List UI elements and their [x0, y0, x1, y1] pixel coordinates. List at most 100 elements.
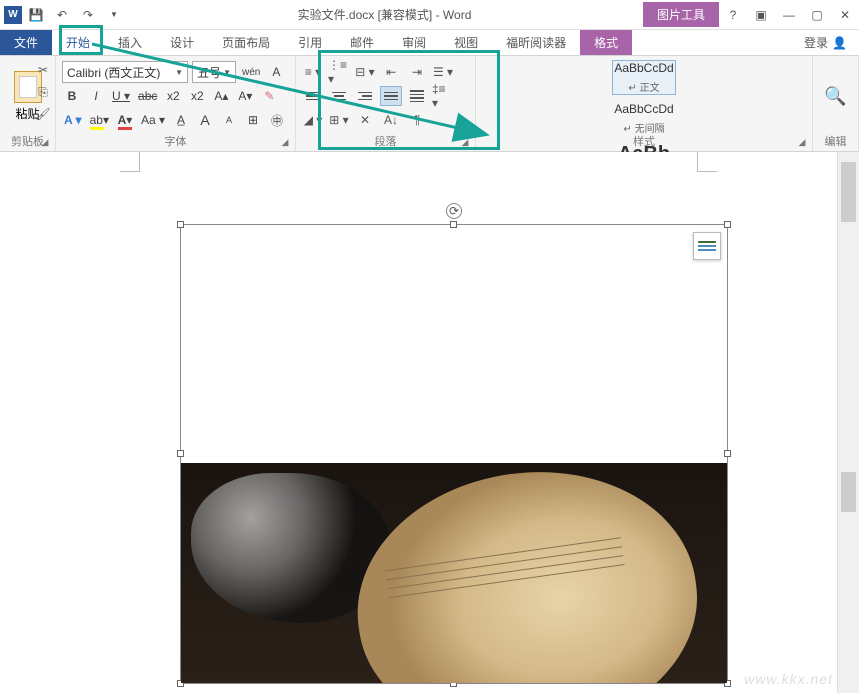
- scrollbar-thumb[interactable]: [841, 472, 856, 512]
- paragraph-dialog-launcher-icon[interactable]: ◢: [459, 136, 471, 148]
- underline-button[interactable]: U ▾: [110, 85, 132, 107]
- italic-button[interactable]: I: [86, 85, 106, 107]
- tab-layout[interactable]: 页面布局: [208, 30, 284, 55]
- text-effects-icon[interactable]: A ▾: [62, 109, 84, 131]
- group-editing: 🔍 编辑: [813, 56, 859, 151]
- change-case-icon[interactable]: Aa ▾: [139, 109, 167, 131]
- restore-icon[interactable]: ▢: [803, 1, 831, 29]
- sort-icon[interactable]: A↓: [380, 110, 402, 130]
- redo-icon[interactable]: ↷: [76, 3, 100, 27]
- vertical-scrollbar[interactable]: [837, 152, 859, 693]
- style-normal[interactable]: AaBbCcDd ↵ 正文: [612, 60, 676, 95]
- format-painter-icon[interactable]: 🖌: [35, 106, 51, 122]
- undo-icon[interactable]: ↶: [50, 3, 74, 27]
- font-color-button[interactable]: A ▾: [115, 109, 135, 131]
- tab-design[interactable]: 设计: [156, 30, 208, 55]
- login-button[interactable]: 登录 👤: [792, 30, 859, 55]
- window-title: 实验文件.docx [兼容模式] - Word: [126, 6, 643, 23]
- layout-options-button[interactable]: [693, 232, 721, 260]
- line-spacing-icon[interactable]: ‡≡ ▾: [432, 86, 454, 106]
- ribbon: 粘贴 ✂ ⎘ 🖌 剪贴板 ◢ Calibri (西文正文)▼ 五号▼ wén A…: [0, 56, 859, 152]
- grow-font-icon[interactable]: A▴: [211, 85, 231, 107]
- watermark-text: www.kkx.net: [744, 671, 833, 687]
- align-justify-icon[interactable]: [380, 86, 402, 106]
- snap-to-grid-icon[interactable]: ✕: [354, 110, 376, 130]
- increase-indent-icon[interactable]: ⇥: [406, 62, 428, 82]
- copy-icon[interactable]: ⎘: [35, 84, 51, 100]
- tab-format[interactable]: 格式: [580, 30, 632, 55]
- resize-handle[interactable]: [724, 221, 731, 228]
- login-label: 登录: [804, 34, 828, 51]
- user-icon: 👤: [832, 36, 847, 50]
- font-size-combo[interactable]: 五号▼: [192, 61, 236, 83]
- enclosed-char-icon[interactable]: ㊥: [267, 109, 287, 131]
- font-dialog-launcher-icon[interactable]: ◢: [279, 136, 291, 148]
- word-app-icon: W: [4, 6, 22, 24]
- shrink-font-icon[interactable]: A▾: [235, 85, 255, 107]
- styles-dialog-launcher-icon[interactable]: ◢: [796, 136, 808, 148]
- resize-handle[interactable]: [450, 221, 457, 228]
- borders-icon[interactable]: ⊞ ▾: [328, 110, 350, 130]
- phonetic-guide-icon[interactable]: wén: [240, 61, 262, 83]
- align-center-icon[interactable]: [328, 86, 350, 106]
- strikethrough-button[interactable]: abc: [136, 85, 159, 107]
- clipboard-dialog-launcher-icon[interactable]: ◢: [39, 136, 51, 148]
- styles-group-label: 样式: [476, 133, 812, 149]
- tab-foxit[interactable]: 福昕阅读器: [492, 30, 580, 55]
- enclose-characters-icon[interactable]: A̲: [171, 109, 191, 131]
- align-left-icon[interactable]: [302, 86, 324, 106]
- show-marks-icon[interactable]: ¶: [406, 110, 428, 130]
- asian-layout-icon[interactable]: ☰ ▾: [432, 62, 454, 82]
- help-icon[interactable]: ?: [719, 1, 747, 29]
- numbering-icon[interactable]: ⋮≡ ▾: [328, 62, 350, 82]
- paragraph-group-label: 段落: [296, 133, 475, 149]
- minimize-icon[interactable]: —: [775, 1, 803, 29]
- bullets-icon[interactable]: ≡ ▾: [302, 62, 324, 82]
- document-area[interactable]: ⟳: [0, 152, 837, 693]
- shading-icon[interactable]: ◢ ▾: [302, 110, 324, 130]
- character-shading-icon[interactable]: ⊞: [243, 109, 263, 131]
- tab-view[interactable]: 视图: [440, 30, 492, 55]
- resize-handle[interactable]: [177, 221, 184, 228]
- subscript-button[interactable]: x2: [163, 85, 183, 107]
- cut-icon[interactable]: ✂: [35, 62, 51, 78]
- ribbon-tabs: 文件 开始 插入 设计 页面布局 引用 邮件 审阅 视图 福昕阅读器 格式 登录…: [0, 30, 859, 56]
- find-icon[interactable]: 🔍: [824, 86, 846, 107]
- style-no-spacing[interactable]: AaBbCcDd ↵ 无间隔: [612, 101, 676, 136]
- bold-button[interactable]: B: [62, 85, 82, 107]
- distributed-icon[interactable]: [406, 86, 428, 106]
- decrease-indent-icon[interactable]: ⇤: [380, 62, 402, 82]
- multilevel-list-icon[interactable]: ⊟ ▾: [354, 62, 376, 82]
- font-name-value: Calibri (西文正文): [67, 64, 160, 81]
- tab-review[interactable]: 审阅: [388, 30, 440, 55]
- tab-references[interactable]: 引用: [284, 30, 336, 55]
- ribbon-options-icon[interactable]: ▣: [747, 1, 775, 29]
- save-icon[interactable]: 💾: [24, 3, 48, 27]
- group-clipboard: 粘贴 ✂ ⎘ 🖌 剪贴板 ◢: [0, 56, 56, 151]
- edit-group-label: 编辑: [813, 133, 858, 149]
- resize-handle[interactable]: [724, 450, 731, 457]
- qat-customize-icon[interactable]: ▼: [102, 3, 126, 27]
- margin-marker-left: [120, 152, 140, 172]
- selected-image-frame[interactable]: ⟳: [180, 224, 728, 684]
- font-size-value: 五号: [197, 64, 221, 81]
- embedded-image: [181, 463, 727, 683]
- tab-mailings[interactable]: 邮件: [336, 30, 388, 55]
- tab-home[interactable]: 开始: [52, 30, 104, 55]
- font-group-label: 字体: [56, 133, 295, 149]
- rotate-handle-icon[interactable]: ⟳: [446, 203, 462, 219]
- tab-file[interactable]: 文件: [0, 30, 52, 55]
- shrink-font-small-icon[interactable]: A: [219, 109, 239, 131]
- grow-font-large-icon[interactable]: A: [195, 109, 215, 131]
- font-name-combo[interactable]: Calibri (西文正文)▼: [62, 61, 188, 83]
- resize-handle[interactable]: [177, 450, 184, 457]
- highlight-color-button[interactable]: ab ▾: [88, 109, 111, 131]
- align-right-icon[interactable]: [354, 86, 376, 106]
- tab-insert[interactable]: 插入: [104, 30, 156, 55]
- clear-formatting-icon[interactable]: ✎: [259, 85, 279, 107]
- superscript-button[interactable]: x2: [187, 85, 207, 107]
- margin-marker-right: [697, 152, 717, 172]
- scrollbar-thumb[interactable]: [841, 162, 856, 222]
- character-border-icon[interactable]: A: [266, 61, 286, 83]
- close-icon[interactable]: ✕: [831, 1, 859, 29]
